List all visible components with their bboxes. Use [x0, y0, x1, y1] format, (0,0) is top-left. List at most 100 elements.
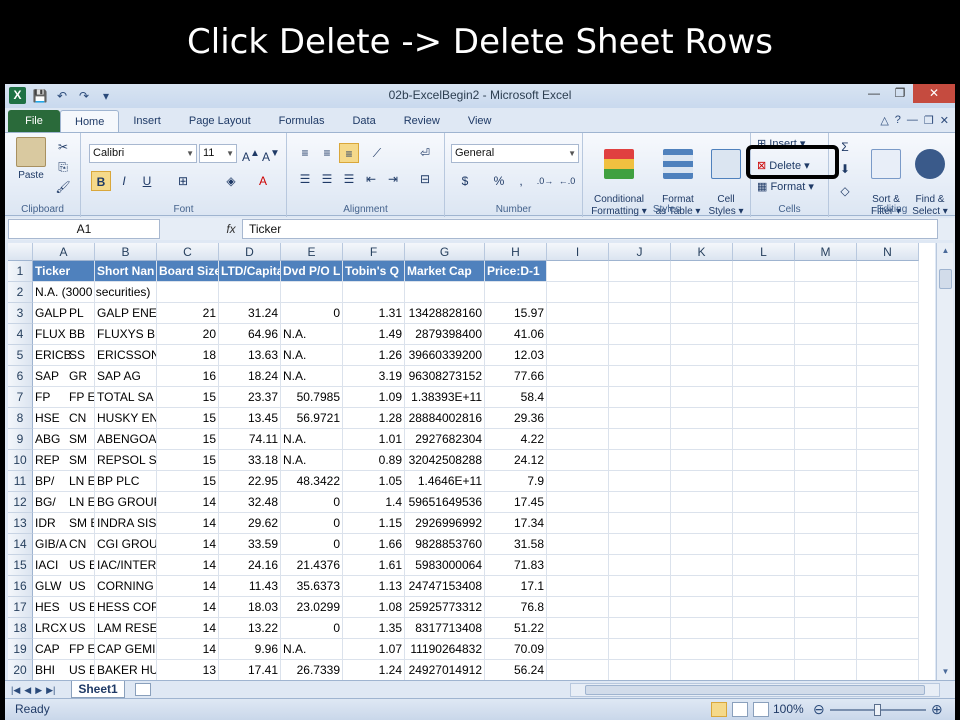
table-cell[interactable] — [609, 387, 671, 408]
table-cell[interactable] — [857, 660, 919, 680]
table-cell[interactable]: IDR SM E — [33, 513, 95, 534]
table-cell[interactable] — [671, 450, 733, 471]
table-cell[interactable]: 14 — [157, 555, 219, 576]
table-cell[interactable]: HSE CN — [33, 408, 95, 429]
table-cell[interactable]: N.A. — [281, 324, 343, 345]
table-cell[interactable]: 23.0299 — [281, 597, 343, 618]
format-painter-icon[interactable]: 🖌 — [53, 177, 73, 197]
row-header-13[interactable]: 13 — [8, 513, 33, 534]
number-format-combo[interactable]: General ▼ — [451, 144, 579, 163]
bold-button[interactable]: B — [91, 171, 111, 191]
table-cell[interactable] — [405, 282, 485, 303]
table-cell[interactable]: HUSKY EN — [95, 408, 157, 429]
table-cell[interactable] — [547, 429, 609, 450]
row-header-11[interactable]: 11 — [8, 471, 33, 492]
table-cell[interactable] — [609, 576, 671, 597]
table-cell[interactable] — [609, 261, 671, 282]
table-cell[interactable] — [547, 618, 609, 639]
table-cell[interactable]: 39660339200 — [405, 345, 485, 366]
next-sheet-icon[interactable]: ▶ — [35, 681, 42, 699]
table-cell[interactable] — [609, 429, 671, 450]
table-cell[interactable]: 20 — [157, 324, 219, 345]
table-cell[interactable] — [733, 261, 795, 282]
table-cell[interactable]: SAP GR — [33, 366, 95, 387]
table-cell[interactable]: 32042508288 — [405, 450, 485, 471]
table-cell[interactable]: 33.18 — [219, 450, 281, 471]
table-cell[interactable]: CAP FP E — [33, 639, 95, 660]
table-cell[interactable] — [609, 471, 671, 492]
row-header-5[interactable]: 5 — [8, 345, 33, 366]
table-cell[interactable] — [733, 429, 795, 450]
table-cell[interactable] — [671, 513, 733, 534]
table-cell[interactable]: 32.48 — [219, 492, 281, 513]
table-cell[interactable] — [547, 408, 609, 429]
table-cell[interactable] — [547, 660, 609, 680]
table-cell[interactable] — [795, 261, 857, 282]
table-cell[interactable] — [609, 450, 671, 471]
minimize-ribbon-icon[interactable]: △ — [880, 114, 888, 127]
table-cell[interactable]: GALP PL — [33, 303, 95, 324]
row-header-4[interactable]: 4 — [8, 324, 33, 345]
table-header-cell[interactable]: Tobin's Q — [343, 261, 405, 282]
row-header-15[interactable]: 15 — [8, 555, 33, 576]
table-cell[interactable] — [671, 303, 733, 324]
table-cell[interactable] — [857, 261, 919, 282]
row-header-14[interactable]: 14 — [8, 534, 33, 555]
table-cell[interactable]: 24.16 — [219, 555, 281, 576]
column-header-g[interactable]: G — [405, 243, 485, 261]
table-cell[interactable] — [857, 492, 919, 513]
table-cell[interactable]: BP/LN E — [33, 471, 95, 492]
align-left-icon[interactable]: ☰ — [295, 169, 315, 189]
normal-view-icon[interactable] — [711, 702, 727, 717]
close-icon[interactable]: ✕ — [913, 84, 955, 103]
table-cell[interactable]: CGI GROU — [95, 534, 157, 555]
table-cell[interactable]: 1.4 — [343, 492, 405, 513]
table-cell[interactable] — [609, 513, 671, 534]
table-cell[interactable]: 56.24 — [485, 660, 547, 680]
table-cell[interactable]: CORNING — [95, 576, 157, 597]
table-cell[interactable] — [671, 408, 733, 429]
table-cell[interactable] — [671, 597, 733, 618]
column-header-m[interactable]: M — [795, 243, 857, 261]
table-cell[interactable]: 12.03 — [485, 345, 547, 366]
table-cell[interactable] — [795, 660, 857, 680]
table-cell[interactable]: 77.66 — [485, 366, 547, 387]
table-cell[interactable] — [795, 387, 857, 408]
table-cell[interactable] — [733, 597, 795, 618]
table-cell[interactable] — [857, 555, 919, 576]
table-cell[interactable] — [795, 639, 857, 660]
table-cell[interactable] — [547, 639, 609, 660]
table-cell[interactable]: 15 — [157, 471, 219, 492]
horizontal-scroll-thumb[interactable] — [585, 685, 925, 695]
table-cell[interactable]: 31.24 — [219, 303, 281, 324]
table-cell[interactable]: 1.28 — [343, 408, 405, 429]
table-cell[interactable] — [795, 324, 857, 345]
table-cell[interactable] — [671, 576, 733, 597]
horizontal-scrollbar[interactable] — [570, 683, 940, 697]
table-cell[interactable]: 17.1 — [485, 576, 547, 597]
table-cell[interactable] — [857, 534, 919, 555]
table-cell[interactable] — [671, 660, 733, 680]
row-header-20[interactable]: 20 — [8, 660, 33, 680]
font-name-combo[interactable]: Calibri ▼ — [89, 144, 197, 163]
zoom-out-icon[interactable]: ⊖ — [813, 701, 825, 718]
table-cell[interactable] — [547, 261, 609, 282]
table-cell[interactable]: 1.31 — [343, 303, 405, 324]
table-cell[interactable] — [795, 366, 857, 387]
row-header-7[interactable]: 7 — [8, 387, 33, 408]
table-cell[interactable] — [219, 282, 281, 303]
page-layout-view-icon[interactable] — [732, 702, 748, 717]
table-cell[interactable] — [547, 324, 609, 345]
table-cell[interactable] — [609, 555, 671, 576]
table-cell[interactable]: BAKER HU — [95, 660, 157, 680]
table-cell[interactable]: 16 — [157, 366, 219, 387]
table-cell[interactable]: 1.05 — [343, 471, 405, 492]
table-cell[interactable] — [609, 345, 671, 366]
table-cell[interactable] — [609, 303, 671, 324]
table-cell[interactable] — [857, 387, 919, 408]
table-cell[interactable]: ABENGOA — [95, 429, 157, 450]
table-cell[interactable]: ERICSSON — [95, 345, 157, 366]
table-cell[interactable]: 1.09 — [343, 387, 405, 408]
table-cell[interactable] — [733, 303, 795, 324]
italic-button[interactable]: I — [114, 171, 134, 191]
